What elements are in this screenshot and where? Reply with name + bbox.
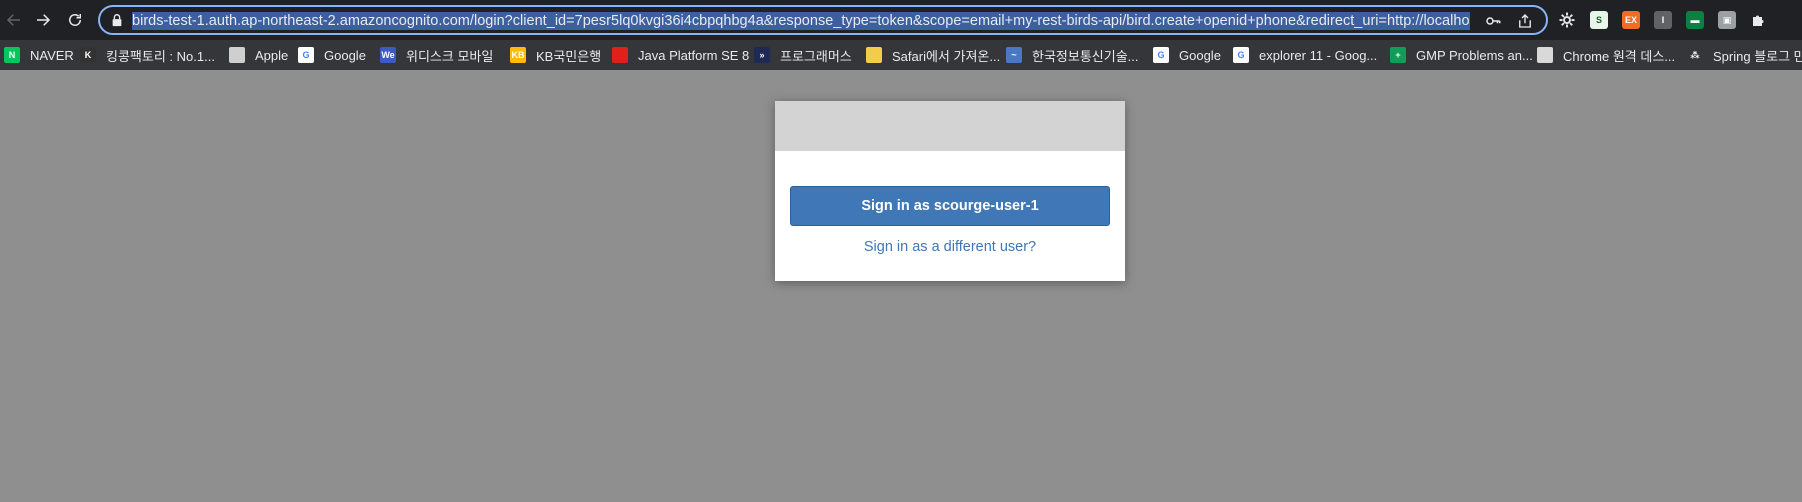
bookmark-item[interactable]: N NAVER <box>4 40 74 70</box>
bookmark-item[interactable]: ⁂ Spring 블로그 만 <box>1687 40 1802 70</box>
oracle-icon <box>612 47 628 63</box>
kingkong-icon: K <box>80 47 96 63</box>
bookmark-label: 프로그래머스 <box>780 48 852 64</box>
bookmark-label: 위디스크 모바일 <box>406 48 494 64</box>
back-arrow-icon <box>6 14 20 26</box>
spring-icon: ⁂ <box>1687 47 1703 63</box>
signin-as-user-button[interactable]: Sign in as scourge-user-1 <box>790 186 1110 226</box>
google-icon: G <box>1153 47 1169 63</box>
programmers-icon: » <box>754 47 770 63</box>
lock-icon[interactable] <box>110 13 124 27</box>
screen-extension-icon[interactable]: ▣ <box>1718 11 1736 29</box>
bookmark-label: Chrome 원격 데스... <box>1563 48 1676 64</box>
gear-icon[interactable] <box>1558 11 1576 29</box>
bookmark-label: Safari에서 가져온... <box>892 48 1001 64</box>
ex-extension-icon[interactable]: EX <box>1622 11 1640 29</box>
card-header <box>775 101 1125 151</box>
reload-button[interactable] <box>63 8 87 32</box>
forward-arrow-icon <box>37 14 51 26</box>
bookmark-label: 킹콩팩토리 : No.1... <box>106 48 215 64</box>
puzzle-icon[interactable] <box>1750 11 1768 29</box>
bookmarks-bar: N NAVER K 킹콩팩토리 : No.1... Apple G Google We 위디스크… <box>0 40 1802 70</box>
bookmark-label: Apple <box>255 47 289 63</box>
wallet-extension-icon[interactable]: ▬ <box>1686 11 1704 29</box>
info-extension-icon[interactable]: I <box>1654 11 1672 29</box>
bookmark-item[interactable]: KB KB국민은행 <box>510 40 601 70</box>
share-icon[interactable] <box>1516 12 1534 30</box>
bookmark-label: Google <box>1179 47 1221 63</box>
url-text[interactable]: birds-test-1.auth.ap-northeast-2.amazonc… <box>132 12 1470 30</box>
folder-icon <box>866 47 882 63</box>
bookmark-label: KB국민은행 <box>536 48 602 64</box>
bookmark-label: Google <box>324 47 366 63</box>
browser-toolbar: birds-test-1.auth.ap-northeast-2.amazonc… <box>0 0 1802 40</box>
kb-icon: KB <box>510 47 526 63</box>
google-icon: G <box>1233 47 1249 63</box>
back-button[interactable] <box>2 8 26 32</box>
bookmark-label: NAVER <box>30 47 74 63</box>
bookmark-item[interactable]: We 위디스크 모바일 <box>380 40 493 70</box>
bookmark-item[interactable]: » 프로그래머스 <box>754 40 852 70</box>
bookmark-item[interactable]: Apple <box>229 40 288 70</box>
bookmark-item[interactable]: ~ 한국정보통신기술... <box>1006 40 1139 70</box>
forward-button[interactable] <box>31 8 55 32</box>
bookmark-item[interactable]: K 킹콩팩토리 : No.1... <box>80 40 215 70</box>
wedisk-icon: We <box>380 47 396 63</box>
bookmark-item[interactable]: G Google <box>298 40 366 70</box>
bookmark-item[interactable]: Java Platform SE 8 <box>612 40 749 70</box>
signin-different-user-link[interactable]: Sign in as a different user? <box>775 239 1125 255</box>
key-icon[interactable] <box>1484 12 1502 30</box>
bookmark-item[interactable]: G Google <box>1153 40 1221 70</box>
bookmark-label: GMP Problems an... <box>1416 47 1533 63</box>
bookmark-label: 한국정보통신기술... <box>1032 48 1139 64</box>
reload-icon <box>69 14 81 26</box>
address-bar[interactable]: birds-test-1.auth.ap-northeast-2.amazonc… <box>98 5 1548 35</box>
google-icon: G <box>298 47 314 63</box>
bookmark-item[interactable]: Safari에서 가져온... <box>866 40 1000 70</box>
login-card: Sign in as scourge-user-1 Sign in as a d… <box>775 101 1125 281</box>
bookmark-item[interactable]: Chrome 원격 데스... <box>1537 40 1675 70</box>
bookmark-label: Spring 블로그 만 <box>1713 48 1802 64</box>
sheets-icon: + <box>1390 47 1406 63</box>
apple-icon <box>229 47 245 63</box>
sheet-extension-icon[interactable]: S <box>1590 11 1608 29</box>
bookmark-item[interactable]: + GMP Problems an... <box>1390 40 1533 70</box>
remote-desktop-icon <box>1537 47 1553 63</box>
bookmark-label: Java Platform SE 8 <box>638 47 750 63</box>
bookmark-item[interactable]: Gexplorer 11 - Goog... <box>1233 40 1377 70</box>
bookmark-label: explorer 11 - Goog... <box>1259 47 1378 63</box>
tta-icon: ~ <box>1006 47 1022 63</box>
naver-icon: N <box>4 47 20 63</box>
